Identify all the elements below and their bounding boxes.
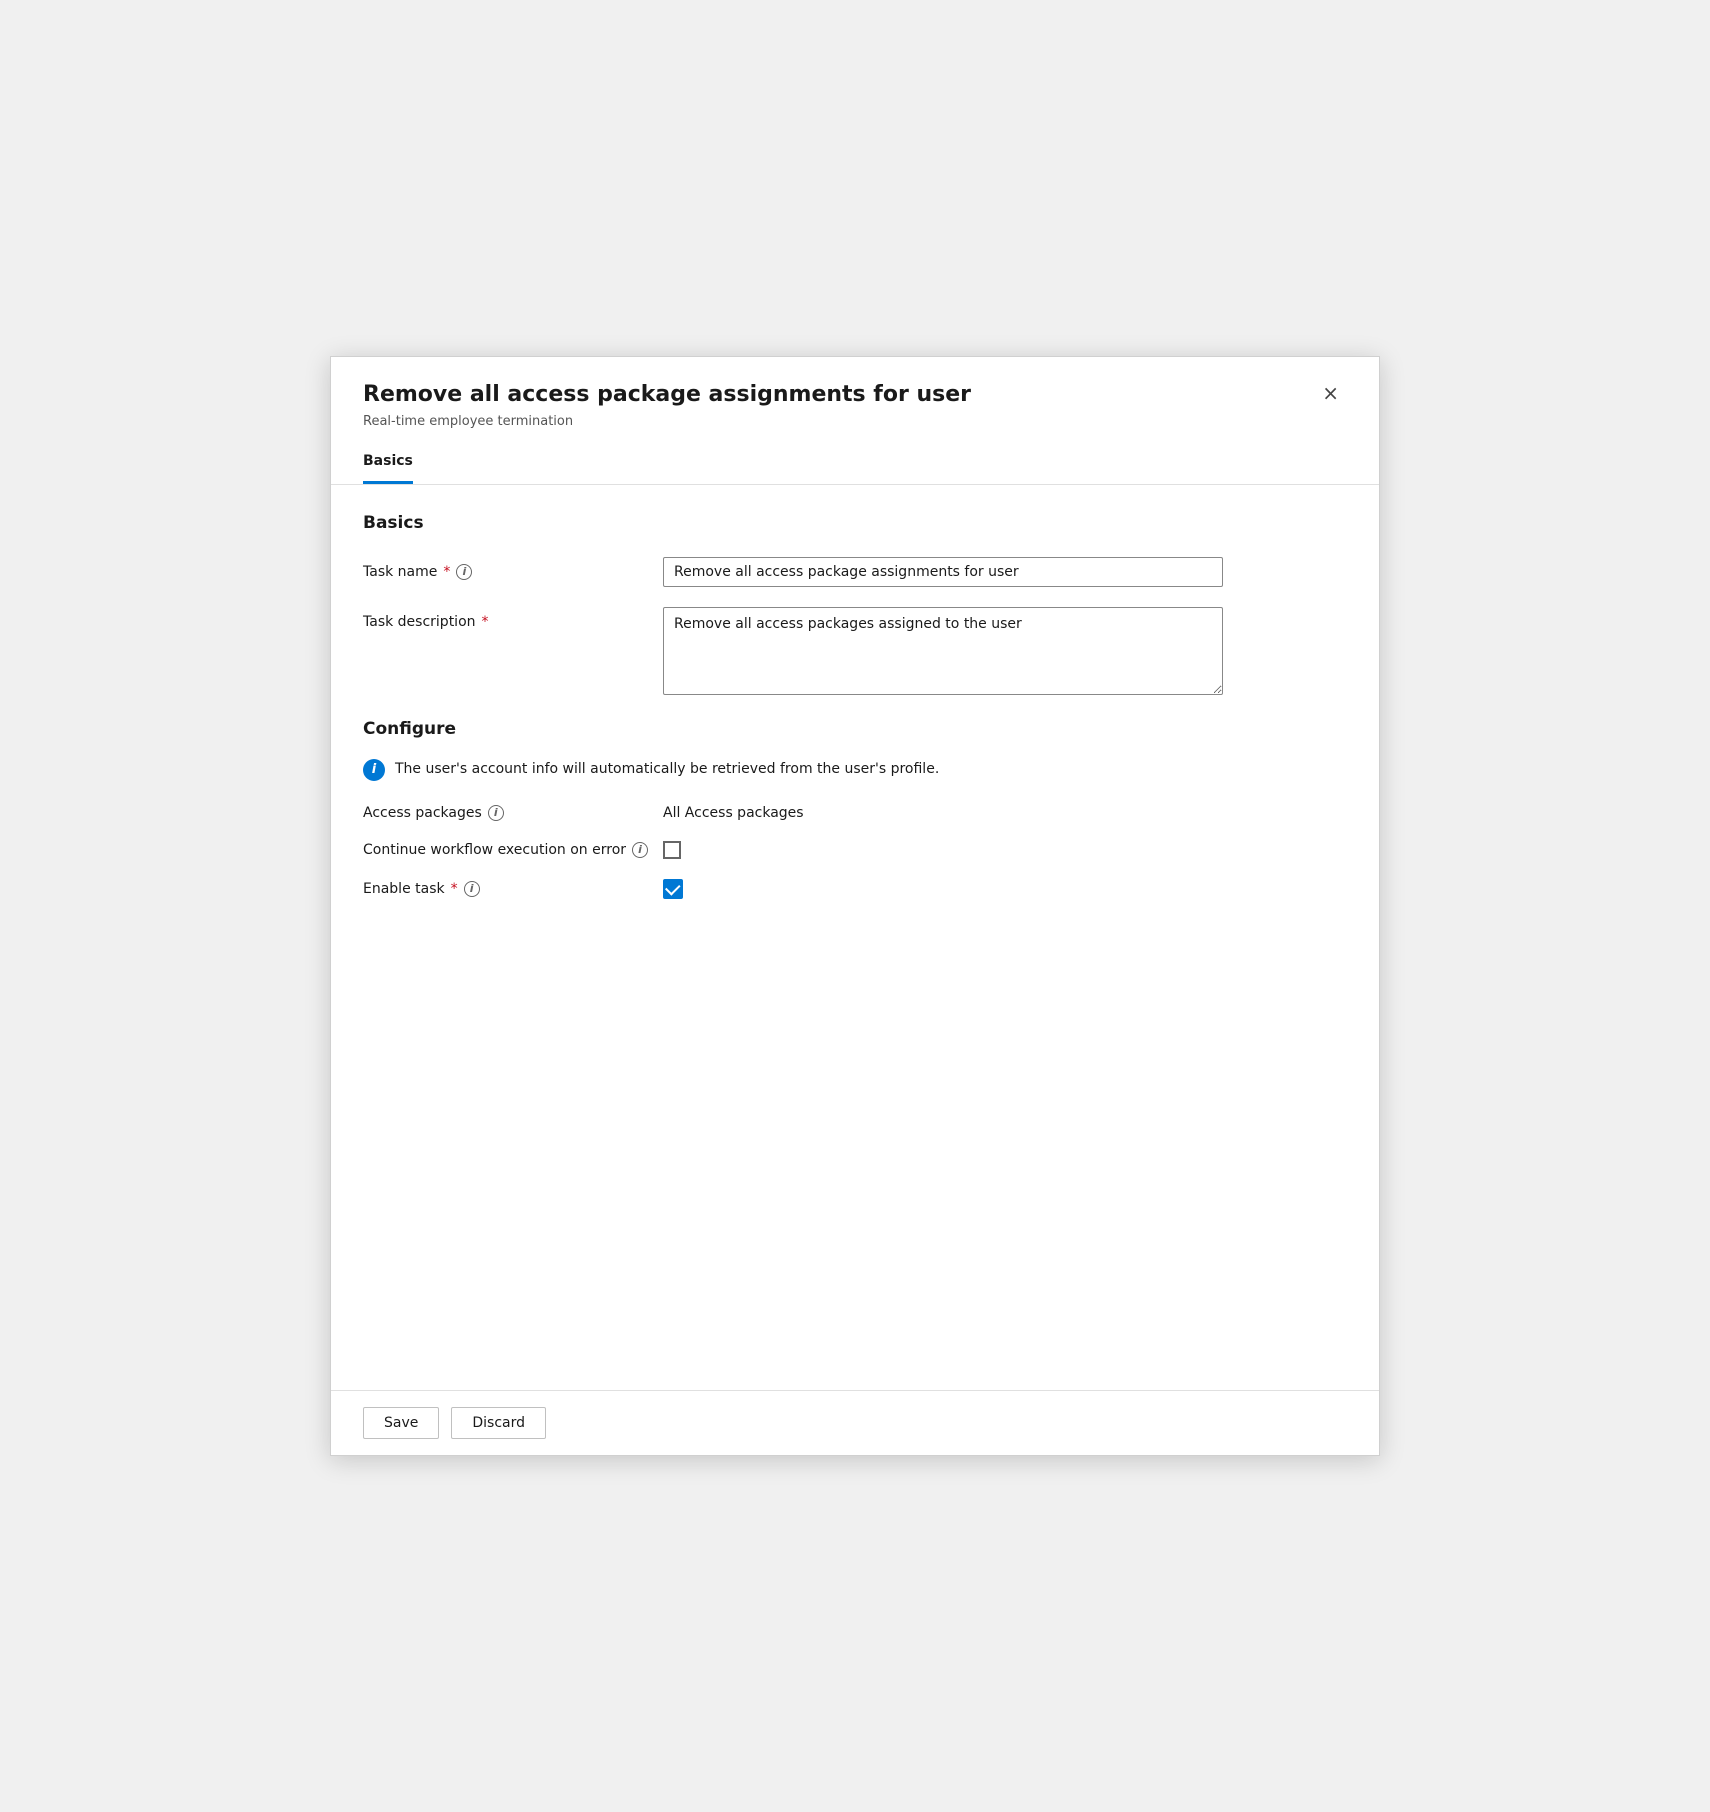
- continue-workflow-info-icon[interactable]: i: [632, 842, 648, 858]
- dialog-subtitle: Real-time employee termination: [363, 414, 1314, 429]
- basics-section-title: Basics: [363, 513, 1347, 533]
- task-name-info-icon[interactable]: i: [456, 564, 472, 580]
- enable-task-checkbox-container: [663, 879, 683, 899]
- tab-basics[interactable]: Basics: [363, 441, 413, 484]
- configure-section-title: Configure: [363, 719, 1347, 739]
- enable-task-checkbox[interactable]: [663, 879, 683, 899]
- info-banner-text: The user's account info will automatical…: [395, 759, 939, 777]
- access-packages-info-icon[interactable]: i: [488, 805, 504, 821]
- dialog-body: Basics Task name * i Task description * …: [331, 485, 1379, 1390]
- task-name-control: [663, 557, 1347, 587]
- task-description-control: Remove all access packages assigned to t…: [663, 607, 1347, 699]
- enable-task-row: Enable task * i: [363, 879, 1347, 899]
- task-description-input[interactable]: Remove all access packages assigned to t…: [663, 607, 1223, 695]
- task-name-required: *: [443, 564, 450, 580]
- continue-workflow-checkbox-container: [663, 841, 681, 859]
- configure-section: Configure i The user's account info will…: [363, 719, 1347, 899]
- task-description-required: *: [482, 614, 489, 630]
- task-description-label: Task description *: [363, 607, 663, 630]
- enable-task-label: Enable task * i: [363, 881, 663, 897]
- enable-task-info-icon[interactable]: i: [464, 881, 480, 897]
- save-button[interactable]: Save: [363, 1407, 439, 1439]
- continue-workflow-row: Continue workflow execution on error i: [363, 841, 1347, 859]
- task-name-label: Task name * i: [363, 557, 663, 580]
- continue-workflow-label: Continue workflow execution on error i: [363, 842, 663, 858]
- tabs-bar: Basics: [331, 441, 1379, 485]
- dialog-title: Remove all access package assignments fo…: [363, 381, 1314, 410]
- task-name-row: Task name * i: [363, 557, 1347, 587]
- continue-workflow-checkbox[interactable]: [663, 841, 681, 859]
- dialog-footer: Save Discard: [331, 1390, 1379, 1455]
- enable-task-required: *: [451, 881, 458, 897]
- close-button[interactable]: ×: [1314, 379, 1347, 407]
- access-packages-label: Access packages i: [363, 805, 663, 821]
- dialog-panel: Remove all access package assignments fo…: [330, 356, 1380, 1456]
- discard-button[interactable]: Discard: [451, 1407, 546, 1439]
- task-name-input[interactable]: [663, 557, 1223, 587]
- dialog-header: Remove all access package assignments fo…: [331, 357, 1379, 441]
- info-circle-icon: i: [363, 759, 385, 781]
- access-packages-row: Access packages i All Access packages: [363, 805, 1347, 821]
- dialog-title-block: Remove all access package assignments fo…: [363, 381, 1314, 429]
- access-packages-value: All Access packages: [663, 805, 804, 821]
- task-description-row: Task description * Remove all access pac…: [363, 607, 1347, 699]
- info-banner: i The user's account info will automatic…: [363, 759, 1347, 781]
